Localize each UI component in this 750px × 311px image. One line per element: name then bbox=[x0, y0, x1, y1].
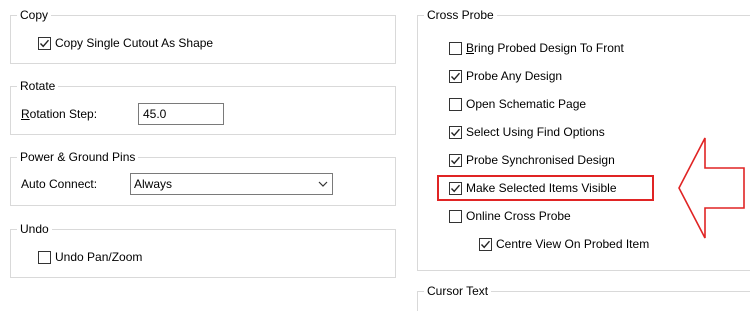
checkbox-box[interactable] bbox=[449, 153, 462, 167]
copy-single-cutout-checkbox[interactable]: Copy Single Cutout As Shape bbox=[38, 35, 213, 51]
probe-synchronised-design-checkbox[interactable]: Probe Synchronised Design bbox=[449, 152, 615, 168]
rotate-group: Rotate Rotation Step: bbox=[10, 79, 396, 135]
checkmark-icon bbox=[450, 128, 461, 136]
checkbox-box[interactable] bbox=[479, 237, 492, 251]
undo-group-title: Undo bbox=[17, 222, 52, 237]
checkbox-label: Bring Probed Design To Front bbox=[466, 41, 624, 55]
rotation-step-label: Rotation Step: bbox=[21, 107, 98, 121]
undo-group: Undo Undo Pan/Zoom bbox=[10, 222, 396, 278]
checkbox-label: Centre View On Probed Item bbox=[496, 237, 650, 251]
checkbox-box[interactable] bbox=[38, 250, 51, 264]
rotate-group-title: Rotate bbox=[17, 79, 59, 94]
undo-pan-zoom-checkbox[interactable]: Undo Pan/Zoom bbox=[38, 249, 142, 265]
checkmark-icon bbox=[39, 39, 50, 47]
bring-probed-design-checkbox[interactable]: Bring Probed Design To Front bbox=[449, 40, 624, 56]
cross-probe-group-title: Cross Probe bbox=[424, 8, 497, 23]
auto-connect-dropdown[interactable]: Always bbox=[130, 173, 333, 195]
online-cross-probe-checkbox[interactable]: Online Cross Probe bbox=[449, 208, 571, 224]
copy-single-cutout-label: Copy Single Cutout As Shape bbox=[55, 36, 214, 50]
select-using-find-options-checkbox[interactable]: Select Using Find Options bbox=[449, 124, 605, 140]
checkbox-box[interactable] bbox=[449, 97, 462, 111]
checkbox-box[interactable] bbox=[449, 69, 462, 83]
highlight-box bbox=[437, 175, 654, 201]
checkbox-box[interactable] bbox=[449, 209, 462, 223]
checkbox-label: Probe Synchronised Design bbox=[466, 153, 615, 167]
power-ground-group-title: Power & Ground Pins bbox=[17, 150, 139, 165]
checkmark-icon bbox=[450, 156, 461, 164]
checkbox-label: Open Schematic Page bbox=[466, 97, 587, 111]
auto-connect-label: Auto Connect: bbox=[21, 177, 98, 191]
copy-group: Copy Copy Single Cutout As Shape bbox=[10, 8, 396, 64]
checkbox-label: Probe Any Design bbox=[466, 69, 563, 83]
checkmark-icon bbox=[450, 72, 461, 80]
checkbox-box[interactable] bbox=[449, 41, 462, 55]
undo-pan-zoom-label: Undo Pan/Zoom bbox=[55, 250, 143, 264]
checkbox-label: Select Using Find Options bbox=[466, 125, 605, 139]
probe-any-design-checkbox[interactable]: Probe Any Design bbox=[449, 68, 562, 84]
auto-connect-value: Always bbox=[134, 177, 173, 191]
power-ground-group: Power & Ground Pins Auto Connect: Always bbox=[10, 150, 396, 206]
left-arrow-icon bbox=[678, 137, 745, 239]
checkbox-label: Online Cross Probe bbox=[466, 209, 571, 223]
open-schematic-page-checkbox[interactable]: Open Schematic Page bbox=[449, 96, 586, 112]
chevron-down-icon[interactable] bbox=[314, 174, 332, 194]
checkmark-icon bbox=[480, 240, 491, 248]
copy-group-title: Copy bbox=[17, 8, 52, 23]
checkbox-box[interactable] bbox=[449, 125, 462, 139]
cursor-text-group: Cursor Text bbox=[417, 284, 750, 311]
checkbox-box[interactable] bbox=[38, 36, 51, 50]
rotation-step-input[interactable] bbox=[138, 103, 224, 125]
centre-view-on-probed-item-checkbox[interactable]: Centre View On Probed Item bbox=[479, 236, 649, 252]
